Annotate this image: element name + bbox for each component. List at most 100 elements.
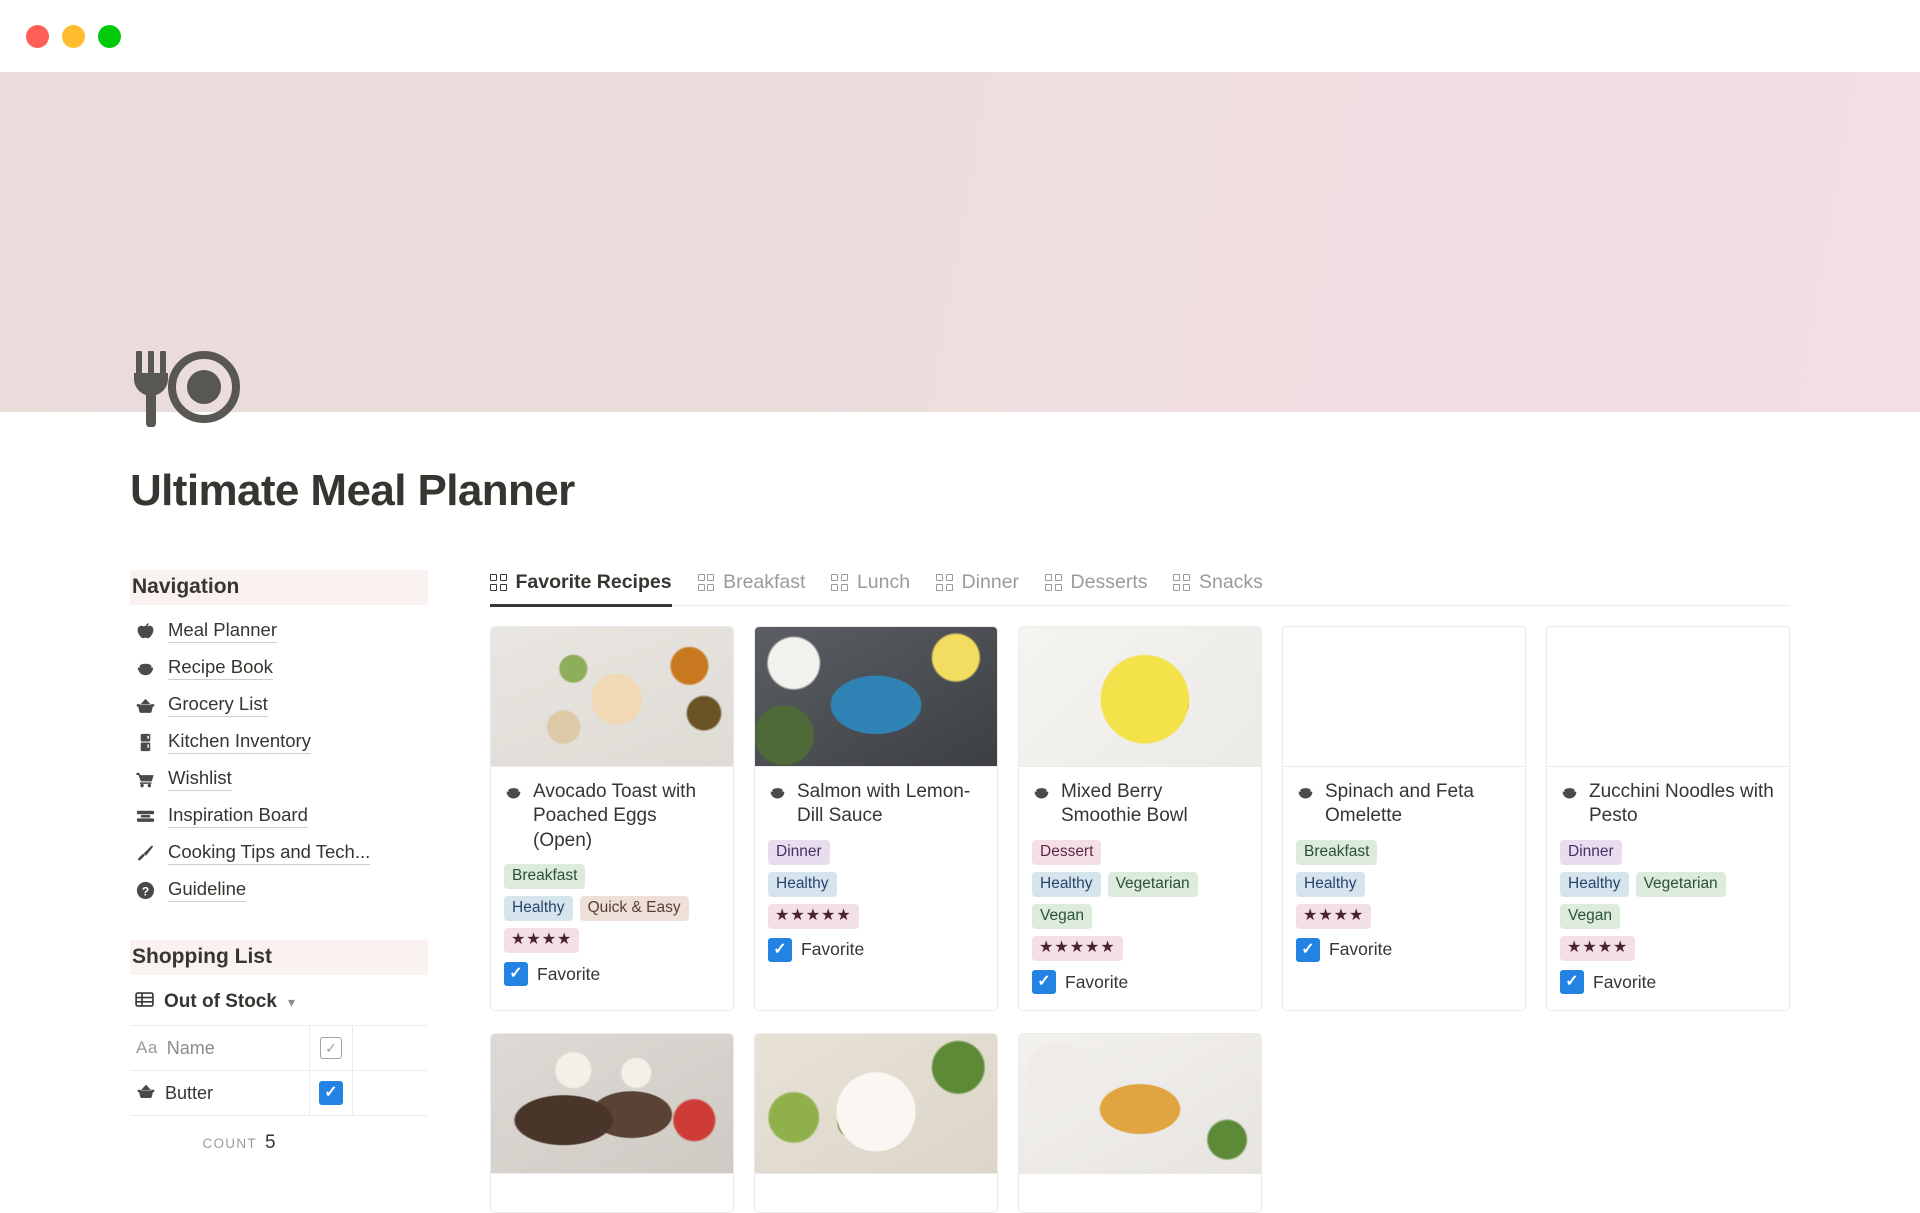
window-close-button[interactable]	[26, 24, 49, 48]
recipe-tag[interactable]: Quick & Easy	[579, 896, 689, 922]
recipe-card-title: Avocado Toast with Poached Eggs (Open)	[504, 780, 719, 853]
gallery-view-icon	[697, 574, 715, 591]
rating-stars[interactable]: ★★★★★	[1032, 936, 1123, 962]
favorite-label: Favorite	[1065, 971, 1129, 992]
recipe-tag[interactable]: Dinner	[768, 839, 830, 865]
sidebar-item-inspiration-board[interactable]: Inspiration Board	[130, 802, 428, 831]
sidebar-item-label: Cooking Tips and Tech...	[168, 841, 371, 866]
checked-checkbox-icon[interactable]: ✓	[319, 1081, 343, 1105]
tab-favorite-recipes[interactable]: Favorite Recipes	[490, 571, 672, 607]
checked-checkbox-icon[interactable]: ✓	[1032, 970, 1056, 995]
chevron-down-icon[interactable]: ▾	[288, 994, 295, 1011]
basket-icon	[136, 1081, 156, 1106]
recipe-tag[interactable]: Breakfast	[1296, 839, 1378, 865]
fridge-icon	[134, 732, 156, 754]
tab-snacks[interactable]: Snacks	[1173, 571, 1263, 605]
tag-row: Healthy	[1296, 871, 1511, 897]
recipe-title-text: Spinach and Feta Omelette	[1325, 781, 1474, 827]
recipe-card[interactable]	[490, 1033, 734, 1213]
recipe-card[interactable]: Zucchini Noodles with Pesto Dinner Healthy…	[1546, 626, 1790, 1012]
database-view-selector[interactable]: Out of Stock ▾	[134, 989, 428, 1015]
burrito-bowl-photo	[755, 1034, 997, 1174]
sidebar-item-label: Kitchen Inventory	[168, 730, 311, 755]
salmon-photo	[755, 627, 997, 766]
gallery-view-icon	[490, 574, 507, 591]
apple-icon	[134, 621, 156, 643]
checked-checkbox-icon[interactable]: ✓	[1560, 970, 1584, 995]
sidebar-item-meal-planner[interactable]: Meal Planner	[130, 617, 428, 646]
window-maximize-button[interactable]	[98, 24, 121, 48]
recipe-tag[interactable]: Dinner	[1560, 839, 1622, 865]
recipe-tag[interactable]: Healthy	[1560, 871, 1629, 897]
rating-stars[interactable]: ★★★★	[504, 928, 580, 954]
table-icon	[134, 989, 155, 1015]
column-header-name[interactable]: Aa Name	[130, 1026, 310, 1070]
rating-stars[interactable]: ★★★★	[1296, 903, 1372, 929]
sidebar-item-grocery-list[interactable]: Grocery List	[130, 691, 428, 720]
recipe-card[interactable]: Salmon with Lemon-Dill Sauce Dinner Health…	[754, 626, 998, 1012]
bowl-icon	[1032, 783, 1052, 809]
view-name: Out of Stock	[164, 991, 277, 1012]
tag-row: Dinner	[768, 839, 983, 865]
sidebar-item-recipe-book[interactable]: Recipe Book	[130, 654, 428, 683]
count-value: 5	[264, 1132, 276, 1153]
recipe-card-image	[1019, 627, 1261, 767]
count-summary: COUNT 5	[130, 1116, 428, 1154]
sidebar-item-kitchen-inventory[interactable]: Kitchen Inventory	[130, 728, 428, 757]
checked-checkbox-icon[interactable]: ✓	[1296, 937, 1320, 962]
row-checkbox-cell[interactable]: ✓	[310, 1071, 353, 1115]
page-title: Ultimate Meal Planner	[130, 466, 575, 515]
sidebar-item-cooking-tips[interactable]: Cooking Tips and Tech...	[130, 839, 428, 868]
recipe-card[interactable]	[754, 1033, 998, 1213]
recipe-card-image	[1547, 627, 1789, 767]
column-header-checkbox[interactable]: ✓	[310, 1026, 353, 1070]
sidebar-item-label: Recipe Book	[168, 656, 273, 681]
gallery-view-icon	[1173, 574, 1190, 591]
recipe-card[interactable]: Mixed Berry Smoothie Bowl Dessert Healthy V…	[1018, 626, 1262, 1012]
page-cover-banner	[0, 72, 1920, 412]
recipe-tag[interactable]: Healthy	[504, 896, 573, 922]
tab-label: Desserts	[1070, 571, 1148, 593]
sidebar-item-guideline[interactable]: ? Guideline	[130, 876, 428, 905]
navigation-heading: Navigation	[130, 570, 428, 605]
tag-row: Vegan	[1032, 903, 1247, 930]
rating-stars[interactable]: ★★★★	[1560, 936, 1636, 962]
checked-checkbox-icon[interactable]: ✓	[504, 962, 528, 987]
row-name-cell[interactable]: Butter	[130, 1071, 310, 1115]
tag-row: Healthy Quick & Easy	[504, 896, 719, 922]
checked-checkbox-icon[interactable]: ✓	[768, 937, 792, 962]
table-row[interactable]: Butter ✓	[130, 1071, 428, 1116]
recipe-title-text: Mixed Berry Smoothie Bowl	[1061, 781, 1188, 827]
recipe-card[interactable]: Avocado Toast with Poached Eggs (Open) Br…	[490, 626, 734, 1012]
recipe-tag[interactable]: Vegetarian	[1107, 871, 1198, 897]
recipe-tag[interactable]: Dessert	[1032, 839, 1102, 865]
recipe-tag[interactable]: Vegetarian	[1635, 871, 1726, 897]
recipe-tag[interactable]: Healthy	[768, 871, 837, 897]
sidebar-item-wishlist[interactable]: Wishlist	[130, 765, 428, 794]
checkbox-icon: ✓	[320, 1037, 342, 1059]
recipe-tag[interactable]: Vegan	[1560, 903, 1620, 930]
recipe-card-image	[491, 1034, 733, 1175]
bowl-icon	[504, 783, 524, 809]
recipe-tag[interactable]: Healthy	[1032, 871, 1101, 897]
recipe-tag[interactable]: Breakfast	[504, 863, 586, 890]
recipe-card-grid-row-2	[490, 1033, 1790, 1213]
tab-desserts[interactable]: Desserts	[1045, 571, 1147, 605]
window-minimize-button[interactable]	[62, 24, 85, 48]
recipe-tag[interactable]: Vegan	[1032, 903, 1092, 930]
recipe-tag[interactable]: Healthy	[1296, 871, 1365, 897]
sidebar: Navigation Meal Planner Recipe Book Groc…	[130, 570, 428, 1154]
recipe-card-title: Mixed Berry Smoothie Bowl	[1032, 780, 1247, 829]
tab-lunch[interactable]: Lunch	[831, 571, 910, 605]
tab-breakfast[interactable]: Breakfast	[697, 571, 805, 605]
stacked-layers-icon	[134, 806, 156, 828]
recipe-title-text: Avocado Toast with Poached Eggs (Open)	[533, 781, 697, 851]
recipe-card[interactable]	[1018, 1033, 1262, 1213]
rating-stars[interactable]: ★★★★★	[768, 903, 859, 929]
tab-dinner[interactable]: Dinner	[936, 571, 1019, 605]
fork-and-plate-icon	[128, 347, 240, 428]
main-content: Favorite Recipes Breakfast Lunch Dinner …	[490, 560, 1790, 1213]
recipe-card-title: Salmon with Lemon-Dill Sauce	[768, 780, 983, 829]
recipe-card[interactable]: Spinach and Feta Omelette Breakfast Health…	[1282, 626, 1526, 1012]
tag-row: Healthy Vegetarian	[1560, 871, 1775, 897]
